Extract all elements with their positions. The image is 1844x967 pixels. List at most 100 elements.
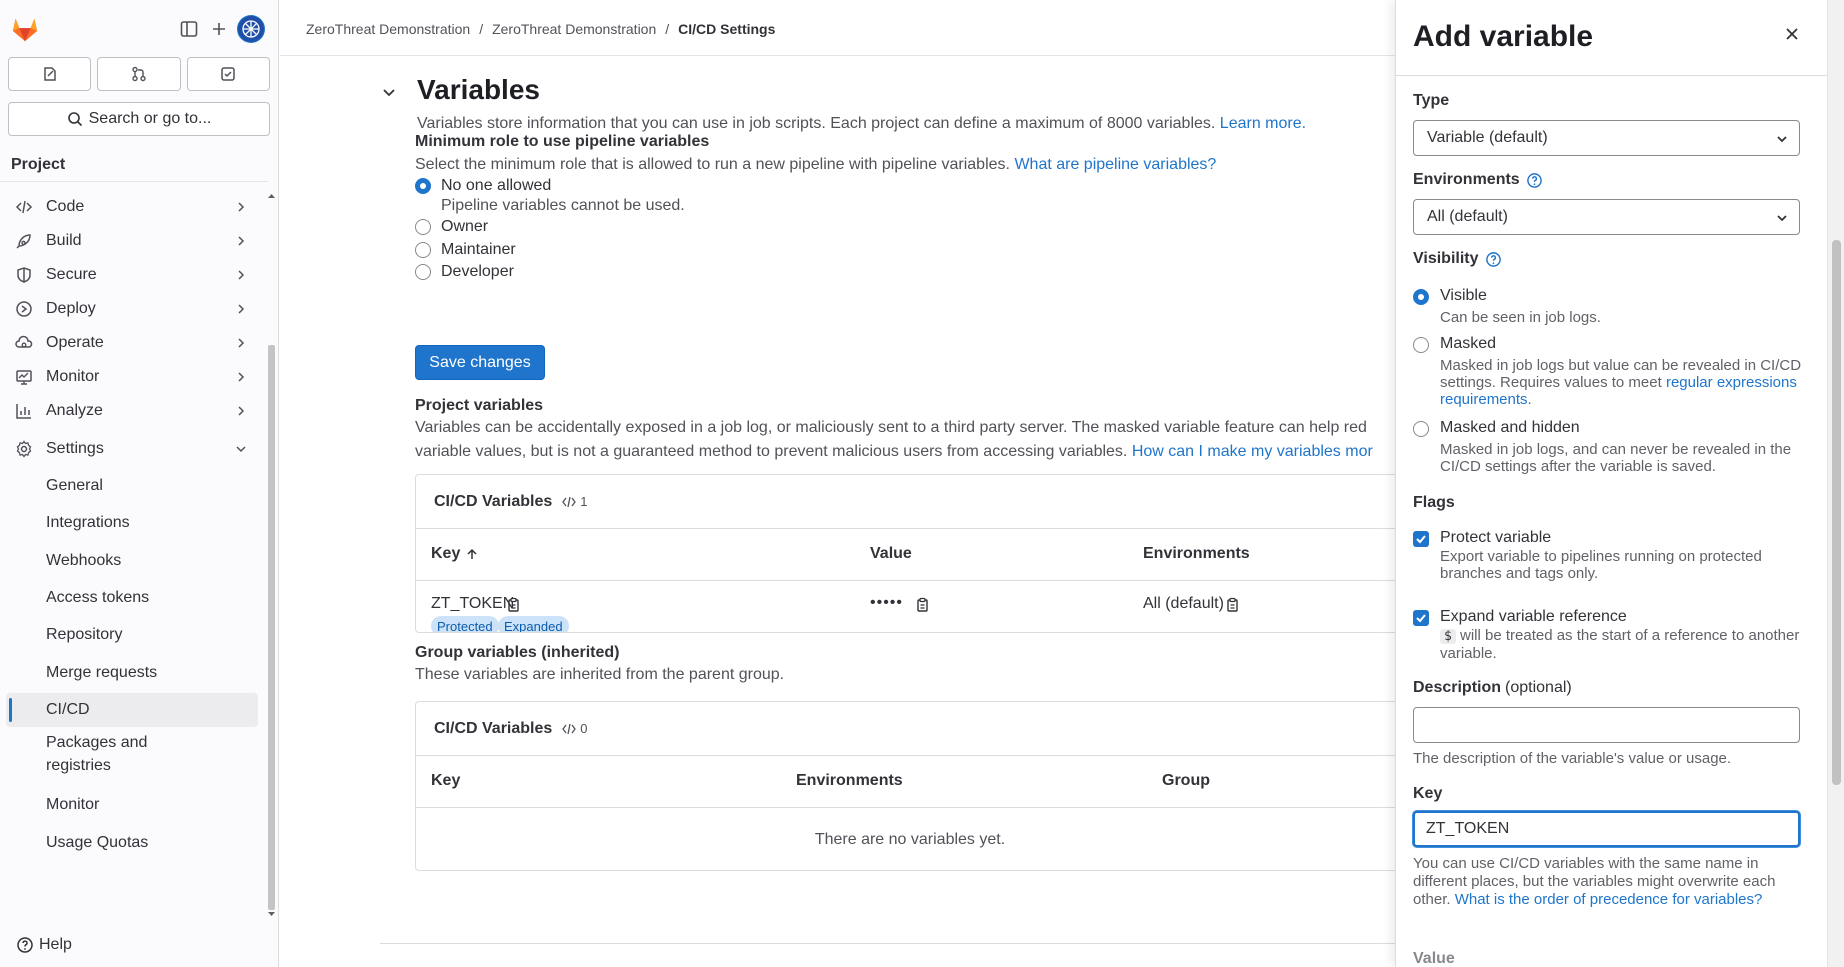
avatar[interactable] <box>237 15 265 43</box>
key-input[interactable]: ZT_TOKEN <box>1413 811 1800 847</box>
code-icon <box>15 200 33 214</box>
learn-more-link[interactable]: Learn more. <box>1220 115 1306 132</box>
description-input[interactable] <box>1413 707 1800 743</box>
radio-help-text: Masked in job logs but value can be reve… <box>1440 357 1810 408</box>
optional-text: (optional) <box>1505 679 1572 696</box>
check-icon <box>1416 535 1426 544</box>
toggle-sidebar-icon[interactable] <box>176 16 202 42</box>
sidebar-sub-usage-quotas[interactable]: Usage Quotas <box>6 826 258 860</box>
section-description: Variables store information that you can… <box>417 115 1306 133</box>
sidebar-item-secure[interactable]: Secure <box>6 258 258 292</box>
search-button[interactable]: Search or go to... <box>8 102 270 136</box>
page-scroll-thumb[interactable] <box>1832 240 1841 785</box>
divider <box>380 943 1395 944</box>
sidebar-sub-repository[interactable]: Repository <box>6 618 258 652</box>
sidebar-sub-merge-requests[interactable]: Merge requests <box>6 656 258 690</box>
help-button[interactable]: Help <box>16 936 72 954</box>
visibility-visible-option[interactable]: Visible Can be seen in job logs. <box>1413 287 1803 327</box>
help-icon[interactable] <box>1526 172 1543 189</box>
sidebar-sub-webhooks[interactable]: Webhooks <box>6 544 258 578</box>
sidebar-item-deploy[interactable]: Deploy <box>6 292 258 326</box>
sidebar-item-code[interactable]: Code <box>6 190 258 224</box>
sidebar-item-label: Settings <box>46 440 104 457</box>
card-title: CI/CD Variables <box>434 492 553 510</box>
variable-key: ZT_TOKEN <box>431 595 515 612</box>
plus-icon[interactable] <box>206 16 232 42</box>
sidebar-item-monitor[interactable]: Monitor <box>6 360 258 394</box>
secure-variables-link[interactable]: How can I make my variables mor <box>1132 443 1373 460</box>
chart-icon <box>16 404 31 419</box>
copy-icon[interactable] <box>505 597 521 613</box>
sidebar-sub-integrations[interactable]: Integrations <box>6 506 258 540</box>
group-variables-card: CI/CD Variables 0 Key Environments Group… <box>415 701 1395 871</box>
key-label: Key <box>1413 785 1443 802</box>
sidebar-item-label: Secure <box>46 266 97 283</box>
todo-button[interactable] <box>186 57 270 91</box>
merge-requests-button[interactable] <box>97 57 181 91</box>
save-changes-button[interactable]: Save changes <box>415 345 545 380</box>
radio-button[interactable] <box>1413 421 1429 437</box>
sidebar-sub-monitor[interactable]: Monitor <box>6 788 258 822</box>
close-icon[interactable] <box>1782 24 1802 44</box>
sidebar-item-build[interactable]: Build <box>6 224 258 258</box>
chevron-down-icon <box>1777 215 1787 222</box>
radio-button[interactable] <box>1413 337 1429 353</box>
radio-button[interactable] <box>415 178 431 194</box>
radio-button[interactable] <box>415 264 431 280</box>
gitlab-logo-icon[interactable] <box>10 14 40 44</box>
protect-variable-checkbox[interactable]: Protect variable Export variable to pipe… <box>1413 529 1803 585</box>
variable-count: 1 <box>562 494 588 509</box>
environments-select-value: All (default) <box>1427 208 1508 225</box>
pipeline-variables-link[interactable]: What are pipeline variables? <box>1014 156 1216 173</box>
help-icon[interactable] <box>1485 251 1502 268</box>
checkbox-checked[interactable] <box>1413 610 1429 626</box>
description-label: Description (optional) <box>1413 679 1572 697</box>
project-variables-description: Variables can be accidentally exposed in… <box>415 416 1395 464</box>
role-radio-owner[interactable]: Owner <box>415 218 488 236</box>
role-radio-no-one[interactable]: No one allowed <box>415 177 551 195</box>
role-radio-maintainer[interactable]: Maintainer <box>415 241 516 259</box>
sidebar-sub-access-tokens[interactable]: Access tokens <box>6 581 258 615</box>
expand-variable-checkbox[interactable]: Expand variable reference $ will be trea… <box>1413 608 1803 664</box>
chevron-right-icon <box>238 406 245 416</box>
radio-label: Developer <box>441 263 514 280</box>
issues-icon <box>43 67 56 81</box>
radio-button[interactable] <box>1413 289 1429 305</box>
sidebar-sub-general[interactable]: General <box>6 469 258 503</box>
sidebar-item-operate[interactable]: Operate <box>6 326 258 360</box>
sidebar-item-analyze[interactable]: Analyze <box>6 394 258 428</box>
breadcrumb-project[interactable]: ZeroThreat Demonstration <box>492 21 656 37</box>
group-variables-title: Group variables (inherited) <box>415 644 620 661</box>
chevron-right-icon <box>238 304 245 314</box>
radio-button[interactable] <box>415 219 431 235</box>
radio-button[interactable] <box>415 242 431 258</box>
sidebar-item-settings[interactable]: Settings <box>6 432 258 466</box>
copy-icon[interactable] <box>914 597 930 613</box>
checkbox-checked[interactable] <box>1413 531 1429 547</box>
breadcrumb-current[interactable]: CI/CD Settings <box>678 21 775 37</box>
role-radio-developer[interactable]: Developer <box>415 263 514 281</box>
environments-select[interactable]: All (default) <box>1413 199 1800 235</box>
precedence-link[interactable]: What is the order of precedence for vari… <box>1455 891 1763 908</box>
environments-label: Environments <box>1413 171 1543 189</box>
copy-icon[interactable] <box>1224 597 1240 613</box>
type-label: Type <box>1413 92 1450 109</box>
breadcrumb-group[interactable]: ZeroThreat Demonstration <box>306 21 470 37</box>
sidebar-sub-cicd[interactable]: CI/CD <box>6 693 258 727</box>
environments-label-text: Environments <box>1413 171 1520 188</box>
sidebar-item-label: Code <box>46 198 85 215</box>
type-select[interactable]: Variable (default) <box>1413 120 1800 156</box>
chevron-right-icon <box>238 236 245 246</box>
issues-button[interactable] <box>8 57 92 91</box>
sidebar-sub-packages[interactable]: Packages and registries <box>6 729 258 779</box>
column-key[interactable]: Key <box>431 545 478 563</box>
radio-help-text-part: . <box>1527 391 1532 408</box>
sidebar-scrollbar[interactable] <box>267 190 276 920</box>
visibility-masked-hidden-option[interactable]: Masked and hidden Masked in job logs, an… <box>1413 419 1803 479</box>
help-label: Help <box>39 936 72 953</box>
radio-help-text: Masked in job logs, and can never be rev… <box>1440 441 1792 475</box>
sidebar-scroll-thumb[interactable] <box>268 345 275 910</box>
visibility-masked-option[interactable]: Masked Masked in job logs but value can … <box>1413 335 1803 410</box>
collapse-chevron-icon[interactable] <box>381 84 397 100</box>
page-scrollbar[interactable] <box>1827 0 1844 967</box>
